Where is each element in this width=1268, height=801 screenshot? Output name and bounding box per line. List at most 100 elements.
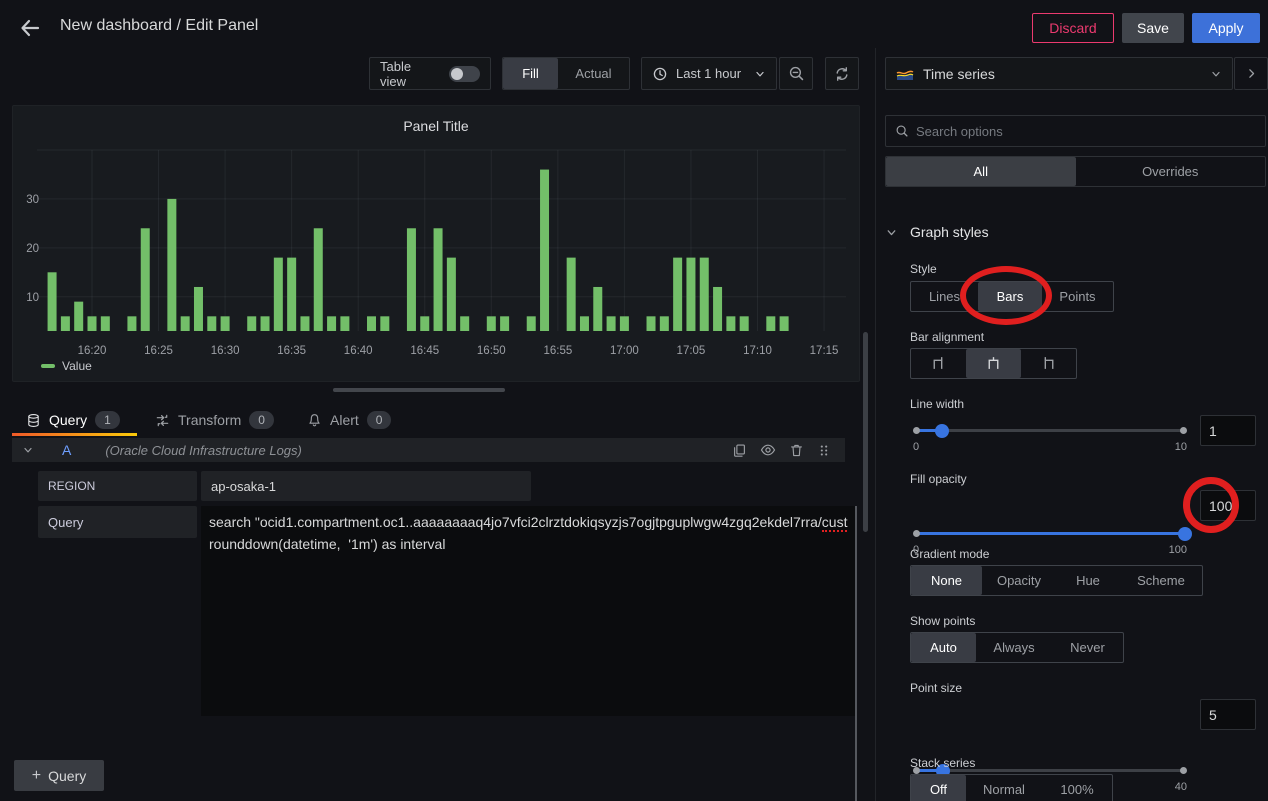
svg-text:16:40: 16:40 [344,345,373,357]
tab-query[interactable]: Query 1 [26,406,120,434]
svg-text:20: 20 [26,243,39,255]
svg-text:16:30: 16:30 [211,345,240,357]
tab-alert-count: 0 [367,411,392,429]
bar-align-before-icon [930,355,947,372]
option-normal[interactable]: Normal [966,775,1042,801]
option-auto[interactable]: Auto [911,633,976,662]
legend-series-label[interactable]: Value [62,359,92,373]
chevron-down-icon [885,226,898,239]
option-lines[interactable]: Lines [911,282,978,311]
refresh-button[interactable] [825,57,859,90]
page-title: New dashboard / Edit Panel [60,17,258,35]
time-series-icon [896,67,914,81]
bar-alignment-label: Bar alignment [910,330,984,344]
fill-option[interactable]: Fill [503,58,558,89]
chevron-down-icon [1210,68,1222,80]
bar-alignment-center-option[interactable] [966,349,1021,378]
region-field-label: REGION [38,471,197,501]
add-query-button[interactable]: + Query [14,760,104,791]
editor-scrollbar-thumb[interactable] [863,332,868,532]
svg-text:16:45: 16:45 [410,345,439,357]
bar-alignment-after-option[interactable] [1021,349,1076,378]
gradient-mode-label: Gradient mode [910,547,989,561]
graph-styles-section-header[interactable]: Graph styles [885,224,989,240]
show-points-group: AutoAlwaysNever [910,632,1124,663]
filter-tab-overrides[interactable]: Overrides [1076,157,1266,186]
collapse-chevron-icon[interactable] [22,444,34,456]
show-points-label: Show points [910,614,975,628]
save-button[interactable]: Save [1122,13,1184,43]
option-scheme[interactable]: Scheme [1120,566,1202,595]
svg-text:16:35: 16:35 [277,345,306,357]
option-points[interactable]: Points [1042,282,1113,311]
filter-tab-all[interactable]: All [886,157,1076,186]
option-never[interactable]: Never [1052,633,1123,662]
options-search-input[interactable] [916,124,1256,139]
database-icon [26,413,41,428]
fill-actual-switch: Fill Actual [502,57,630,90]
svg-text:16:25: 16:25 [144,345,173,357]
vertical-splitter[interactable] [855,506,857,801]
trash-icon[interactable] [789,443,804,458]
query-ref-id[interactable]: A [62,442,71,458]
option-off[interactable]: Off [911,775,966,801]
toggle-viz-picker-button[interactable] [1234,57,1268,90]
fill-opacity-slider-handle[interactable] [1178,527,1192,541]
add-query-label: Query [48,768,86,784]
fill-opacity-slider[interactable]: 0100 [913,520,1187,548]
svg-text:17:05: 17:05 [677,345,706,357]
table-view-control: Table view [369,57,491,90]
query-row-header[interactable]: A (Oracle Cloud Infrastructure Logs) [12,438,845,462]
table-view-label: Table view [380,59,440,89]
drag-handle-icon[interactable] [817,443,831,458]
time-range-label: Last 1 hour [676,66,746,81]
tab-transform-count: 0 [249,411,274,429]
line-width-slider[interactable]: 010 [913,417,1187,445]
style-radio-group: LinesBarsPoints [910,281,1114,312]
option-none[interactable]: None [911,566,982,595]
option-opacity[interactable]: Opacity [982,566,1056,595]
refresh-icon [834,66,850,82]
stack-series-group: OffNormal100% [910,774,1113,801]
option-hue[interactable]: Hue [1056,566,1120,595]
query-textarea[interactable]: search "ocid1.compartment.oc1..aaaaaaaaq… [201,506,857,716]
back-button[interactable] [14,12,46,44]
option-bars[interactable]: Bars [978,282,1042,311]
line-width-max: 10 [1175,441,1187,453]
apply-button[interactable]: Apply [1192,13,1260,43]
bar-alignment-before-option[interactable] [911,349,966,378]
transform-icon [155,413,170,428]
fill-opacity-label: Fill opacity [910,472,967,486]
line-width-slider-handle[interactable] [935,424,949,438]
visualization-picker[interactable]: Time series [885,57,1233,90]
table-view-toggle[interactable] [449,66,480,82]
tab-query-count: 1 [95,411,120,429]
gradient-mode-group: NoneOpacityHueScheme [910,565,1203,596]
eye-icon[interactable] [760,442,776,458]
actual-option[interactable]: Actual [558,58,629,89]
panel-resize-handle[interactable] [333,388,505,392]
svg-text:30: 30 [26,194,39,206]
fill-opacity-input[interactable]: 100 [1200,490,1256,521]
option-100pct[interactable]: 100% [1042,775,1112,801]
query-datasource-label: (Oracle Cloud Infrastructure Logs) [105,443,302,458]
bar-alignment-group [910,348,1077,379]
bar-chart[interactable]: 16:2016:2516:3016:3516:4016:4516:5016:55… [13,106,859,381]
region-field-value[interactable]: ap-osaka-1 [201,471,531,501]
line-width-min: 0 [913,441,919,453]
arrow-left-icon [18,16,42,40]
point-size-input[interactable]: 5 [1200,699,1256,730]
svg-text:17:10: 17:10 [743,345,772,357]
option-always[interactable]: Always [976,633,1052,662]
duplicate-icon[interactable] [732,443,747,458]
discard-button[interactable]: Discard [1032,13,1114,43]
svg-text:17:15: 17:15 [810,345,839,357]
line-width-input[interactable]: 1 [1200,415,1256,446]
stack-series-label: Stack series [910,756,975,770]
tab-alert[interactable]: Alert 0 [307,406,391,434]
time-range-picker[interactable]: Last 1 hour [641,57,777,90]
tab-transform[interactable]: Transform 0 [155,406,274,434]
zoom-out-button[interactable] [779,57,813,90]
svg-text:16:50: 16:50 [477,345,506,357]
active-tab-underline [12,433,137,436]
